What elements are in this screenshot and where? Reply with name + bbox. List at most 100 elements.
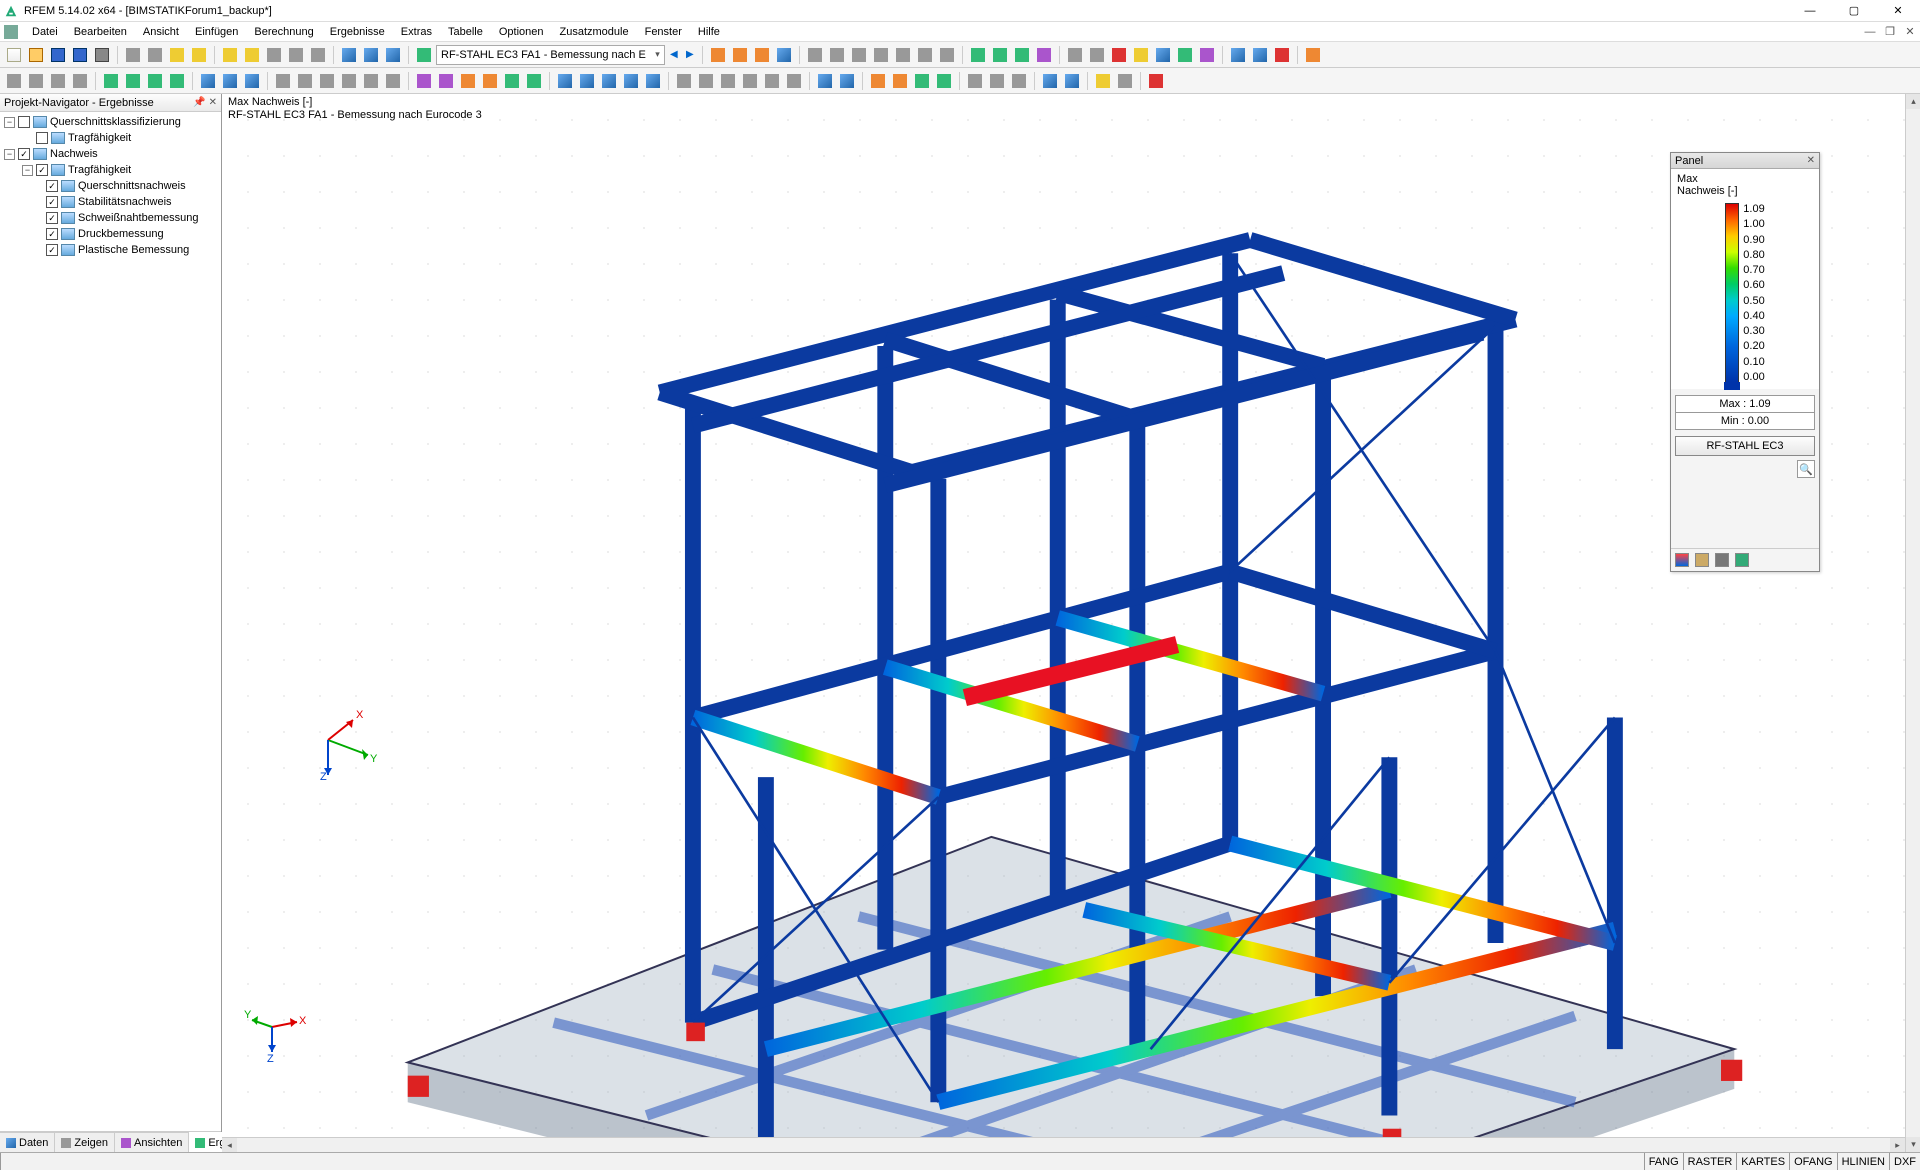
tb-r9[interactable]	[893, 45, 913, 65]
nav-tab-ansichten[interactable]: Ansichten	[115, 1133, 189, 1152]
t2-33[interactable]	[762, 71, 782, 91]
maximize-button[interactable]: ▢	[1832, 0, 1876, 22]
t2-16[interactable]	[361, 71, 381, 91]
tree-toggle-icon[interactable]: −	[4, 149, 15, 160]
tree-leaf-2[interactable]: Schweißnahtbemessung	[0, 210, 221, 226]
t2-2[interactable]	[26, 71, 46, 91]
tree-toggle-icon[interactable]: −	[22, 165, 33, 176]
tb-paste[interactable]	[145, 45, 165, 65]
t2-27[interactable]	[621, 71, 641, 91]
tb-redo[interactable]	[189, 45, 209, 65]
module-combo[interactable]: RF-STAHL EC3 FA1 - Bemessung nach E	[436, 45, 665, 65]
t2-44[interactable]	[1040, 71, 1060, 91]
t2-24[interactable]	[555, 71, 575, 91]
t2-10[interactable]	[220, 71, 240, 91]
tree-querschnitt[interactable]: − Querschnittsklassifizierung	[0, 114, 221, 130]
panel-tab-4-icon[interactable]	[1735, 553, 1749, 567]
tb-new[interactable]	[4, 45, 24, 65]
tb-saveall[interactable]	[70, 45, 90, 65]
t2-3[interactable]	[48, 71, 68, 91]
results-panel[interactable]: Panel ✕ Max Nachweis [-] 1.09 1.00 0.90 …	[1670, 152, 1820, 572]
tree-checkbox[interactable]	[46, 196, 58, 208]
t2-14[interactable]	[317, 71, 337, 91]
tb-r3[interactable]	[752, 45, 772, 65]
t2-29[interactable]	[674, 71, 694, 91]
tree-checkbox[interactable]	[18, 116, 30, 128]
panel-tab-colors-icon[interactable]	[1675, 553, 1689, 567]
navigator-pin-icon[interactable]: 📌 ✕	[193, 97, 217, 108]
t2-39[interactable]	[912, 71, 932, 91]
tb-print[interactable]	[92, 45, 112, 65]
tb-save[interactable]	[48, 45, 68, 65]
tb-r16[interactable]	[1065, 45, 1085, 65]
tree-checkbox[interactable]	[36, 164, 48, 176]
t2-20[interactable]	[458, 71, 478, 91]
t2-36[interactable]	[837, 71, 857, 91]
tb-r1[interactable]	[708, 45, 728, 65]
t2-11[interactable]	[242, 71, 262, 91]
status-hlinien[interactable]: HLINIEN	[1837, 1153, 1889, 1170]
module-prev[interactable]: ◀	[667, 45, 681, 65]
nav-tab-zeigen[interactable]: Zeigen	[55, 1133, 115, 1152]
menu-einfuegen[interactable]: Einfügen	[187, 24, 246, 40]
scroll-left-icon[interactable]: ◂	[222, 1138, 237, 1152]
tb-r12[interactable]	[968, 45, 988, 65]
scroll-right-icon[interactable]: ▸	[1890, 1138, 1905, 1152]
panel-titlebar[interactable]: Panel ✕	[1671, 153, 1819, 169]
tb-r17[interactable]	[1087, 45, 1107, 65]
t2-18[interactable]	[414, 71, 434, 91]
status-kartes[interactable]: KARTES	[1736, 1153, 1789, 1170]
tb-r19[interactable]	[1131, 45, 1151, 65]
tb-r7[interactable]	[849, 45, 869, 65]
t2-8[interactable]	[167, 71, 187, 91]
t2-38[interactable]	[890, 71, 910, 91]
t2-30[interactable]	[696, 71, 716, 91]
tb-r13[interactable]	[990, 45, 1010, 65]
tb-pan[interactable]	[308, 45, 328, 65]
tb-r15[interactable]	[1034, 45, 1054, 65]
t2-40[interactable]	[934, 71, 954, 91]
t2-43[interactable]	[1009, 71, 1029, 91]
t2-22[interactable]	[502, 71, 522, 91]
status-fang[interactable]: FANG	[1644, 1153, 1683, 1170]
menu-tabelle[interactable]: Tabelle	[440, 24, 491, 40]
t2-9[interactable]	[198, 71, 218, 91]
tb-r23[interactable]	[1228, 45, 1248, 65]
t2-15[interactable]	[339, 71, 359, 91]
tb-undo[interactable]	[167, 45, 187, 65]
menu-fenster[interactable]: Fenster	[637, 24, 690, 40]
t2-41[interactable]	[965, 71, 985, 91]
tree-nachweis[interactable]: − Nachweis	[0, 146, 221, 162]
mdi-minimize-button[interactable]: —	[1860, 23, 1880, 41]
t2-4[interactable]	[70, 71, 90, 91]
tb-zoom-window[interactable]	[264, 45, 284, 65]
model-viewport[interactable]: Max Nachweis [-] RF-STAHL EC3 FA1 - Beme…	[222, 94, 1920, 1152]
tb-r20[interactable]	[1153, 45, 1173, 65]
t2-47[interactable]	[1115, 71, 1135, 91]
tree-leaf-0[interactable]: Querschnittsnachweis	[0, 178, 221, 194]
tree-checkbox[interactable]	[46, 228, 58, 240]
tb-grid3[interactable]	[383, 45, 403, 65]
t2-32[interactable]	[740, 71, 760, 91]
tree-leaf-3[interactable]: Druckbemessung	[0, 226, 221, 242]
tb-copy[interactable]	[123, 45, 143, 65]
panel-magnify-icon[interactable]: 🔍	[1797, 460, 1815, 478]
t2-12[interactable]	[273, 71, 293, 91]
panel-close-icon[interactable]: ✕	[1807, 155, 1815, 166]
tree-leaf-4[interactable]: Plastische Bemessung	[0, 242, 221, 258]
tree-tragfaehigkeit-2[interactable]: − Tragfähigkeit	[0, 162, 221, 178]
viewport-vscroll[interactable]: ▴ ▾	[1905, 94, 1920, 1152]
tb-r8[interactable]	[871, 45, 891, 65]
t2-19[interactable]	[436, 71, 456, 91]
t2-17[interactable]	[383, 71, 403, 91]
tree-checkbox[interactable]	[46, 180, 58, 192]
tree-tragfaehigkeit-1[interactable]: Tragfähigkeit	[0, 130, 221, 146]
tb-module-icon[interactable]	[414, 45, 434, 65]
nav-tab-daten[interactable]: Daten	[0, 1133, 55, 1152]
scroll-up-icon[interactable]: ▴	[1906, 94, 1920, 109]
t2-37[interactable]	[868, 71, 888, 91]
menu-datei[interactable]: Datei	[24, 24, 66, 40]
mdi-restore-button[interactable]: ❐	[1880, 23, 1900, 41]
t2-45[interactable]	[1062, 71, 1082, 91]
menu-ansicht[interactable]: Ansicht	[135, 24, 187, 40]
